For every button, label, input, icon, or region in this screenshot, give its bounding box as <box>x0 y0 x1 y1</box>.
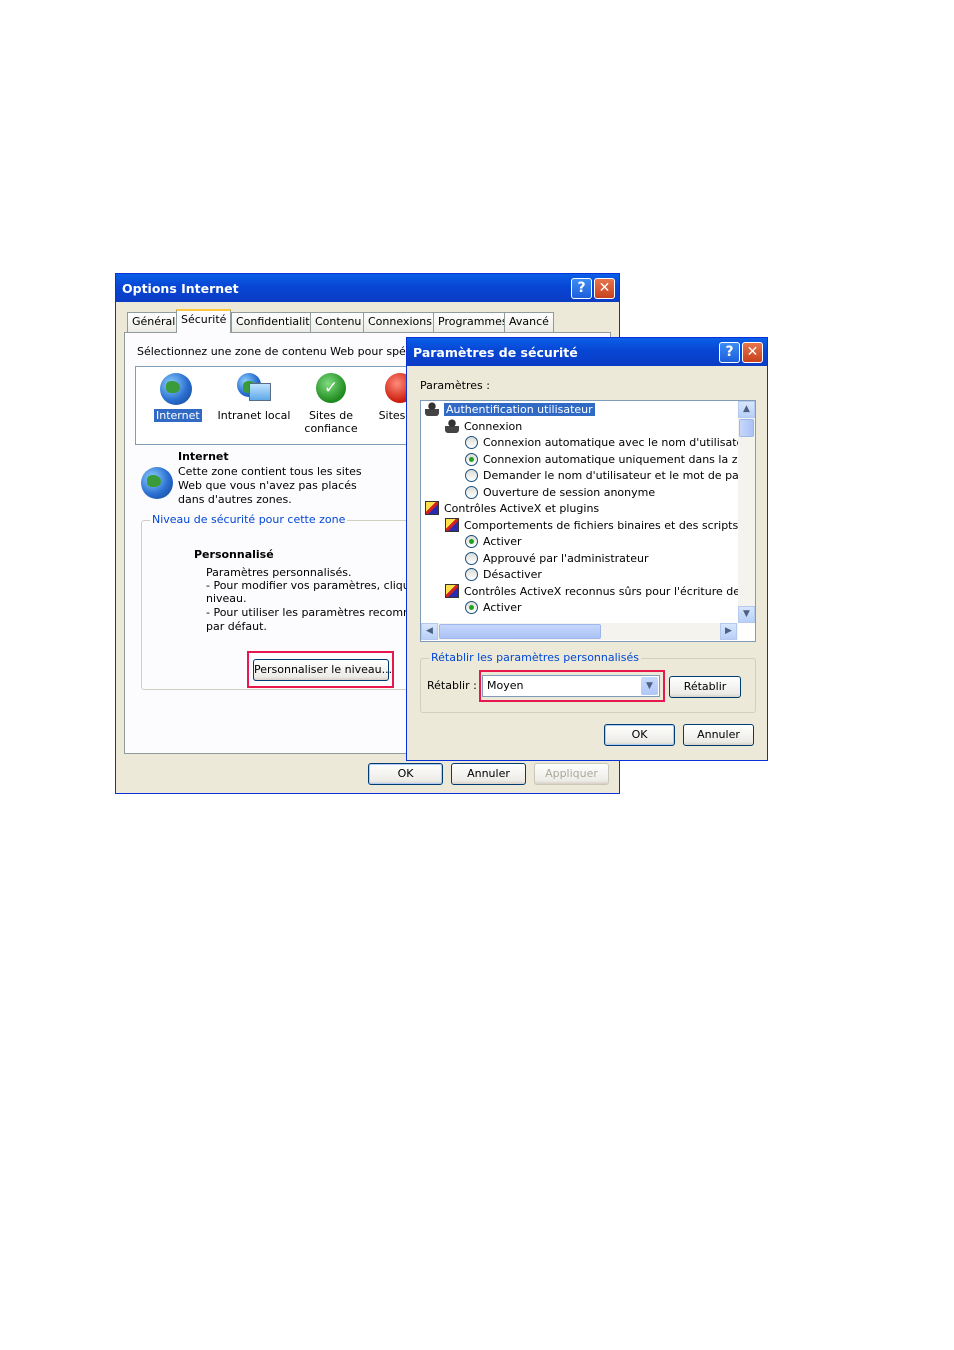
zone-title: Internet <box>178 450 229 463</box>
tree-row-label: Approuvé par l'administrateur <box>483 551 649 565</box>
zone-local-intranet[interactable]: Intranet local <box>216 373 292 422</box>
tree-rows: Authentification utilisateur Connexion Con… <box>421 401 738 623</box>
tree-row[interactable]: Connexion <box>445 418 523 435</box>
tree-row[interactable]: Activer <box>465 600 522 616</box>
certificate-icon <box>445 517 459 532</box>
scroll-thumb[interactable] <box>439 624 601 639</box>
help-icon[interactable]: ? <box>571 278 592 299</box>
level-desc-line: par défaut. <box>206 620 267 633</box>
radio-button[interactable] <box>465 568 478 581</box>
reset-label: Rétablir : <box>427 679 477 692</box>
tree-row[interactable]: Contrôles ActiveX et plugins <box>425 501 599 517</box>
scroll-up-icon[interactable]: ▲ <box>738 401 755 418</box>
titlebar[interactable]: Options Internet ? ✕ <box>116 274 619 302</box>
tab-content[interactable]: Contenu <box>310 312 367 332</box>
tree-row-label: Authentification utilisateur <box>444 403 595 416</box>
radio-button[interactable] <box>465 551 478 565</box>
close-icon[interactable]: ✕ <box>594 278 615 299</box>
cancel-button[interactable]: Annuler <box>683 724 754 746</box>
tab-general[interactable]: Général <box>127 312 181 332</box>
globe-icon <box>160 373 192 405</box>
tree-row[interactable]: Activer <box>465 534 522 550</box>
zone-desc-line: Cette zone contient tous les sites <box>178 465 362 478</box>
tree-row-label: Connexion automatique uniquement dans la… <box>483 452 738 466</box>
customize-level-button[interactable]: Personnaliser le niveau... <box>253 659 392 681</box>
tree-row[interactable]: Approuvé par l'administrateur <box>465 551 648 567</box>
tree-row[interactable]: Connexion automatique uniquement dans la… <box>465 452 738 468</box>
cancel-button[interactable]: Annuler <box>451 763 526 785</box>
level-title: Personnalisé <box>194 548 274 561</box>
tree-row[interactable]: Authentification utilisateur <box>425 402 595 418</box>
horizontal-scrollbar[interactable]: ◀ ▶ <box>421 623 738 640</box>
settings-label: Paramètres : <box>420 379 490 392</box>
level-desc-line: niveau. <box>206 592 247 605</box>
tree-row[interactable]: Demander le nom d'utilisateur et le mot … <box>465 468 738 484</box>
radio-button[interactable] <box>465 485 478 499</box>
zone-label: Internet <box>154 409 202 422</box>
radio-button[interactable] <box>465 469 478 482</box>
zone-desc-line: Web que vous n'avez pas placés <box>178 479 357 492</box>
tree-row-label: Contrôles ActiveX reconnus sûrs pour l'é… <box>464 584 738 598</box>
security-settings-window: Paramètres de sécurité ? ✕ Paramètres : … <box>406 337 768 761</box>
monitor-globe-icon <box>237 373 271 405</box>
tree-row-label: Connexion automatique avec le nom d'util… <box>483 436 738 449</box>
radio-button[interactable] <box>465 535 478 548</box>
certificate-icon <box>445 583 459 598</box>
close-icon[interactable]: ✕ <box>742 342 763 363</box>
user-icon <box>445 418 459 433</box>
group-label: Niveau de sécurité pour cette zone <box>150 513 348 526</box>
tree-row-label: Connexion <box>464 419 523 433</box>
tree-row-label: Désactiver <box>483 568 542 581</box>
zone-prompt: Sélectionnez une zone de contenu Web pou… <box>137 345 434 358</box>
ok-button[interactable]: OK <box>368 763 443 785</box>
tree-row-label: Comportements de fichiers binaires et de… <box>464 518 738 532</box>
tree-row-label: Activer <box>483 601 522 614</box>
radio-button[interactable] <box>465 601 478 614</box>
zone-label: Sites de confiance <box>304 409 358 435</box>
certificate-icon <box>425 501 439 515</box>
level-desc-line: - Pour modifier vos paramètres, cliquez … <box>206 579 439 592</box>
window-title: Paramètres de sécurité <box>413 345 578 360</box>
zone-internet[interactable]: Internet <box>154 373 202 422</box>
apply-button[interactable]: Appliquer <box>534 763 609 785</box>
settings-tree[interactable]: Authentification utilisateur Connexion Con… <box>420 400 756 642</box>
reset-button[interactable]: Rétablir <box>669 676 741 698</box>
zone-list: Internet Intranet local ✓ Sites de confi… <box>135 366 437 445</box>
zone-trusted-sites[interactable]: ✓ Sites de confiance <box>302 373 360 435</box>
scroll-right-icon[interactable]: ▶ <box>720 623 737 640</box>
tree-row-label: Demander le nom d'utilisateur et le mot … <box>483 469 738 482</box>
tab-security[interactable]: Sécurité <box>176 309 232 333</box>
tree-row[interactable]: Contrôles ActiveX reconnus sûrs pour l'é… <box>445 583 738 600</box>
tab-advanced[interactable]: Avancé <box>504 312 554 332</box>
help-icon[interactable]: ? <box>719 342 740 363</box>
radio-button[interactable] <box>465 436 478 449</box>
scroll-down-icon[interactable]: ▼ <box>738 606 755 623</box>
tree-row-label: Ouverture de session anonyme <box>483 485 656 499</box>
zone-label: Intranet local <box>217 409 291 422</box>
radio-button[interactable] <box>465 452 478 466</box>
tree-row-label: Activer <box>483 535 522 548</box>
ok-button[interactable]: OK <box>604 724 675 746</box>
titlebar[interactable]: Paramètres de sécurité ? ✕ <box>407 338 767 366</box>
tree-row[interactable]: Connexion automatique avec le nom d'util… <box>465 435 738 451</box>
tree-row[interactable]: Comportements de fichiers binaires et de… <box>445 517 738 534</box>
window-title: Options Internet <box>122 281 239 296</box>
tab-programs[interactable]: Programmes <box>433 312 513 332</box>
tree-row[interactable]: Ouverture de session anonyme <box>465 485 655 501</box>
group-label: Rétablir les paramètres personnalisés <box>429 651 641 664</box>
scroll-left-icon[interactable]: ◀ <box>421 623 438 640</box>
globe-icon <box>141 467 173 499</box>
user-icon <box>425 402 439 416</box>
tree-row[interactable]: Désactiver <box>465 567 542 583</box>
green-check-icon: ✓ <box>316 373 346 403</box>
tab-privacy[interactable]: Confidentialité <box>231 312 322 332</box>
level-desc-line: Paramètres personnalisés. <box>206 566 352 579</box>
tree-row-label: Contrôles ActiveX et plugins <box>444 502 600 515</box>
reset-select-highlight <box>479 670 665 702</box>
vertical-scrollbar[interactable]: ▲ ▼ <box>738 401 755 623</box>
zone-desc-line: dans d'autres zones. <box>178 493 292 506</box>
scroll-thumb[interactable] <box>739 419 754 437</box>
tab-connections[interactable]: Connexions <box>363 312 437 332</box>
